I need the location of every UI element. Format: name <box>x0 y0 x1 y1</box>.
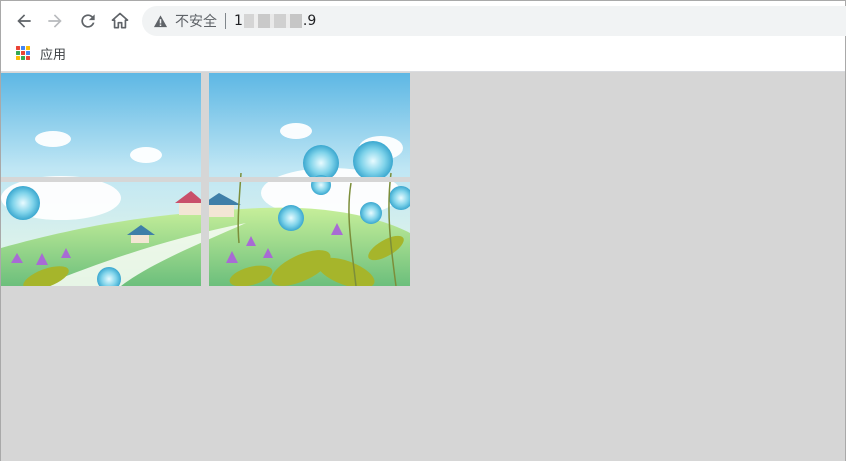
address-bar[interactable]: 不安全 1 .9 <box>142 6 846 36</box>
bookmarks-bar: 应用 <box>16 44 66 63</box>
reload-icon <box>81 14 95 28</box>
browser-toolbar: 不安全 1 .9 应用 <box>1 1 846 72</box>
illustration-image <box>1 73 410 286</box>
url-text[interactable]: 1 .9 <box>234 13 316 29</box>
back-arrow-icon <box>17 14 31 28</box>
address-separator <box>225 13 226 29</box>
url-redacted-mask <box>243 14 302 28</box>
apps-grid-icon[interactable] <box>16 46 30 60</box>
illustration-svg <box>1 73 410 286</box>
warning-icon[interactable] <box>153 13 169 29</box>
back-button[interactable] <box>10 7 38 35</box>
url-prefix: 1 <box>234 13 243 29</box>
page-content <box>1 73 845 461</box>
forward-button[interactable] <box>41 7 69 35</box>
reload-button[interactable] <box>74 7 102 35</box>
security-label[interactable]: 不安全 <box>175 11 217 31</box>
url-suffix: .9 <box>302 13 317 29</box>
forward-arrow-icon <box>48 14 62 28</box>
home-icon <box>111 12 129 29</box>
bookmark-apps-label[interactable]: 应用 <box>40 44 66 63</box>
home-button[interactable] <box>106 7 134 35</box>
